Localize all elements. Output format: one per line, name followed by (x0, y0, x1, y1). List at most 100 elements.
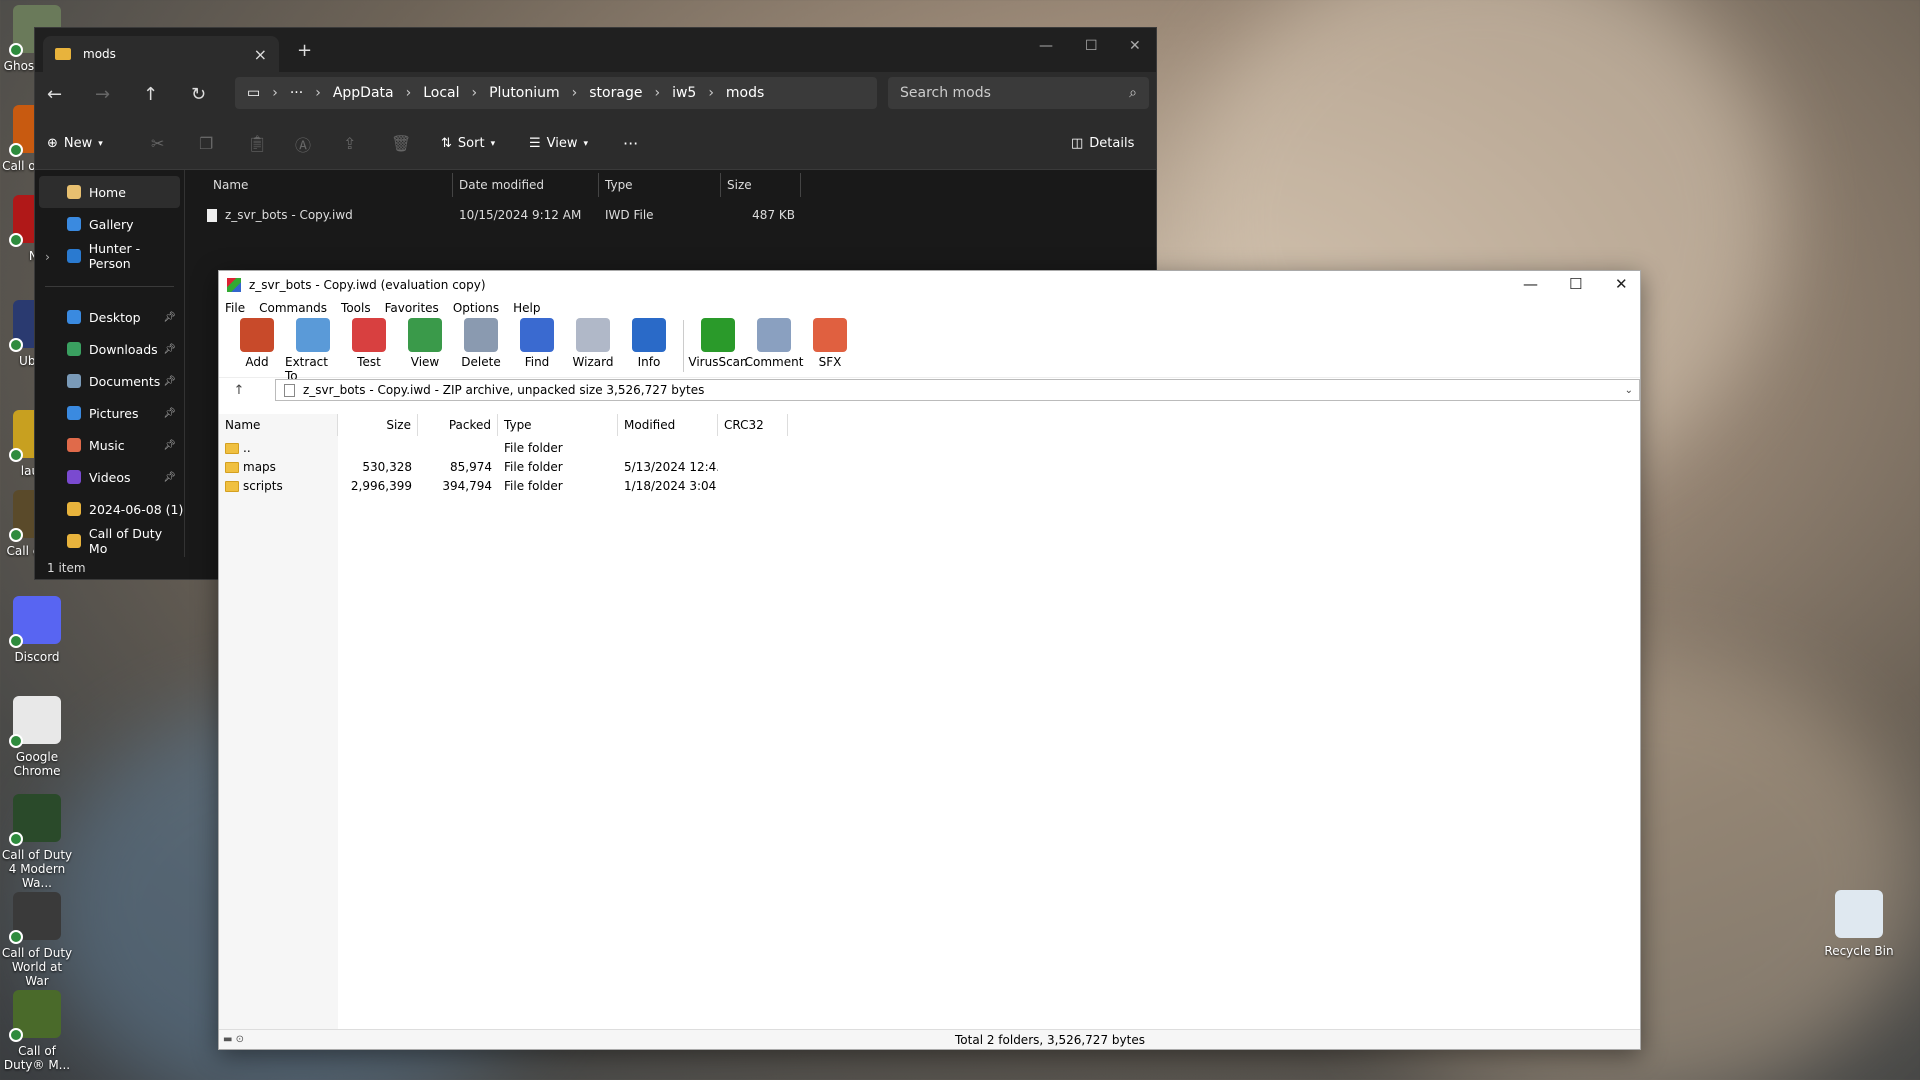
close-tab-icon[interactable]: × (254, 45, 267, 64)
archive-path-box[interactable]: z_svr_bots - Copy.iwd - ZIP archive, unp… (275, 379, 1640, 401)
paste-icon[interactable]: 📋︎ (247, 134, 267, 153)
breadcrumb-local[interactable]: Local (423, 85, 459, 101)
breadcrumb-plutonium[interactable]: Plutonium (489, 85, 560, 101)
back-arrow-icon[interactable]: ← (47, 84, 62, 105)
menu-item[interactable]: File (225, 301, 245, 315)
archive-row[interactable]: .. File folder (219, 438, 788, 457)
toolbar-button[interactable]: Add (229, 318, 285, 369)
forward-arrow-icon[interactable]: → (95, 84, 110, 105)
nav-item[interactable]: Documents 📌︎ (35, 365, 184, 397)
toolbar-button[interactable]: SFX (802, 318, 858, 369)
nav-item[interactable]: Call of Duty Mo (35, 525, 184, 557)
column-header-modified[interactable]: Modified (618, 414, 718, 436)
share-icon[interactable]: ⇪ (343, 134, 356, 153)
up-folder-icon[interactable]: ↑ (219, 383, 259, 398)
toolbar-icon (701, 318, 735, 352)
nav-item-label: Call of Duty Mo (88, 526, 163, 556)
menu-item[interactable]: Tools (341, 301, 371, 315)
column-header-type[interactable]: Type (498, 414, 618, 436)
delete-icon[interactable]: 🗑︎ (391, 134, 411, 153)
chevron-right-icon[interactable]: › (45, 249, 50, 264)
chevron-down-icon[interactable]: ⌄ (1625, 385, 1633, 396)
menu-item[interactable]: Favorites (385, 301, 439, 315)
toolbar-label: Info (637, 355, 661, 369)
toolbar-button[interactable]: Extract To (285, 318, 341, 383)
desktop-icon[interactable]: Call of Duty World at War (0, 892, 74, 988)
winrar-toolbar: Add Extract To Test View Delete Find Wizard Inf… (219, 318, 1640, 383)
close-button[interactable]: ✕ (1615, 275, 1628, 293)
column-header-packed[interactable]: Packed (418, 414, 498, 436)
document-icon (284, 383, 295, 397)
breadcrumb-storage[interactable]: storage (589, 85, 642, 101)
nav-item[interactable]: 2024-06-08 (1) (35, 493, 184, 525)
explorer-tab[interactable]: mods × (43, 36, 279, 72)
menu-item[interactable]: Commands (259, 301, 327, 315)
desktop-icon[interactable]: Google Chrome (0, 696, 74, 778)
sync-check-icon (9, 832, 23, 846)
desktop-icon[interactable]: Discord (0, 596, 74, 664)
menu-item[interactable]: Help (513, 301, 540, 315)
refresh-icon[interactable]: ↻ (191, 84, 206, 105)
archive-row[interactable]: maps 530,328 85,974 File folder 5/13/2024 12… (219, 457, 788, 476)
address-bar[interactable]: ▭ › ··· › AppData › Local › Plutonium › … (235, 77, 877, 109)
archive-packed-cell: 394,794 (442, 478, 492, 493)
new-button[interactable]: ⊕ New ▾ (47, 136, 103, 151)
app-icon (9, 990, 61, 1042)
winrar-path-bar: ↑ z_svr_bots - Copy.iwd - ZIP archive, u… (219, 378, 1640, 402)
nav-item[interactable]: Desktop 📌︎ (35, 301, 184, 333)
toolbar-button[interactable]: Comment (745, 318, 803, 369)
nav-item[interactable]: Gallery (35, 208, 184, 240)
column-header-date[interactable]: Date modified (453, 173, 599, 197)
maximize-button[interactable]: ☐ (1569, 275, 1582, 293)
app-icon (1835, 890, 1883, 938)
nav-item[interactable]: Pictures 📌︎ (35, 397, 184, 429)
minimize-button[interactable]: — (1039, 38, 1053, 54)
menu-item[interactable]: Options (453, 301, 499, 315)
nav-item[interactable]: Hunter - Person › (35, 240, 184, 272)
nav-item[interactable]: Downloads 📌︎ (35, 333, 184, 365)
breadcrumb-mods[interactable]: mods (726, 85, 764, 101)
view-button[interactable]: ☰ View ▾ (529, 136, 588, 151)
copy-icon[interactable]: ❐ (199, 134, 213, 153)
archive-type-cell: File folder (504, 478, 563, 493)
archive-size-cell: 2,996,399 (350, 478, 412, 493)
desktop-icon[interactable]: Call of Duty® M... (0, 990, 74, 1072)
toolbar-button[interactable]: Delete (453, 318, 509, 369)
rename-icon[interactable]: Ⓐ (295, 132, 311, 156)
toolbar-button[interactable]: Info (621, 318, 677, 369)
archive-row[interactable]: scripts 2,996,399 394,794 File folder 1/18/2… (219, 476, 788, 495)
column-header-size[interactable]: Size (338, 414, 418, 436)
close-button[interactable]: ✕ (1129, 38, 1141, 54)
file-row[interactable]: z_svr_bots - Copy.iwd 10/15/2024 9:12 AM… (185, 200, 1156, 230)
toolbar-button[interactable]: Test (341, 318, 397, 369)
desktop-icon[interactable]: Call of Duty 4 Modern Wa... (0, 794, 74, 890)
column-header-crc32[interactable]: CRC32 (718, 414, 788, 436)
toolbar-button[interactable]: View (397, 318, 453, 369)
sort-button[interactable]: ⇅ Sort ▾ (441, 136, 495, 151)
column-header-type[interactable]: Type (599, 173, 721, 197)
column-header-name[interactable]: Name (219, 414, 338, 436)
breadcrumb-overflow[interactable]: ··· (290, 85, 303, 101)
maximize-button[interactable]: ☐ (1085, 38, 1098, 54)
column-header-size[interactable]: Size (721, 173, 801, 197)
nav-item[interactable]: Music 📌︎ (35, 429, 184, 461)
drive-icon: ▬ ⊙ (223, 1034, 245, 1045)
toolbar-button[interactable]: VirusScan (688, 318, 748, 369)
new-tab-button[interactable]: + (297, 40, 312, 61)
minimize-button[interactable]: — (1523, 275, 1538, 293)
toolbar-button[interactable]: Find (509, 318, 565, 369)
desktop-icon[interactable]: Recycle Bin (1822, 890, 1896, 958)
breadcrumb-iw5[interactable]: iw5 (672, 85, 696, 101)
toolbar-button[interactable]: Wizard (565, 318, 621, 369)
search-input[interactable]: Search mods ⌕ (888, 77, 1149, 109)
archive-name: scripts (243, 478, 283, 493)
nav-item[interactable]: Videos 📌︎ (35, 461, 184, 493)
details-button[interactable]: ◫ Details (1071, 136, 1134, 151)
breadcrumb-appdata[interactable]: AppData (333, 85, 394, 101)
more-options-button[interactable]: ··· (623, 134, 638, 153)
cut-icon[interactable]: ✂ (151, 134, 164, 153)
nav-item-icon (67, 249, 81, 263)
column-header-name[interactable]: Name (207, 173, 453, 197)
nav-item[interactable]: Home (39, 176, 180, 208)
up-arrow-icon[interactable]: ↑ (143, 84, 158, 105)
